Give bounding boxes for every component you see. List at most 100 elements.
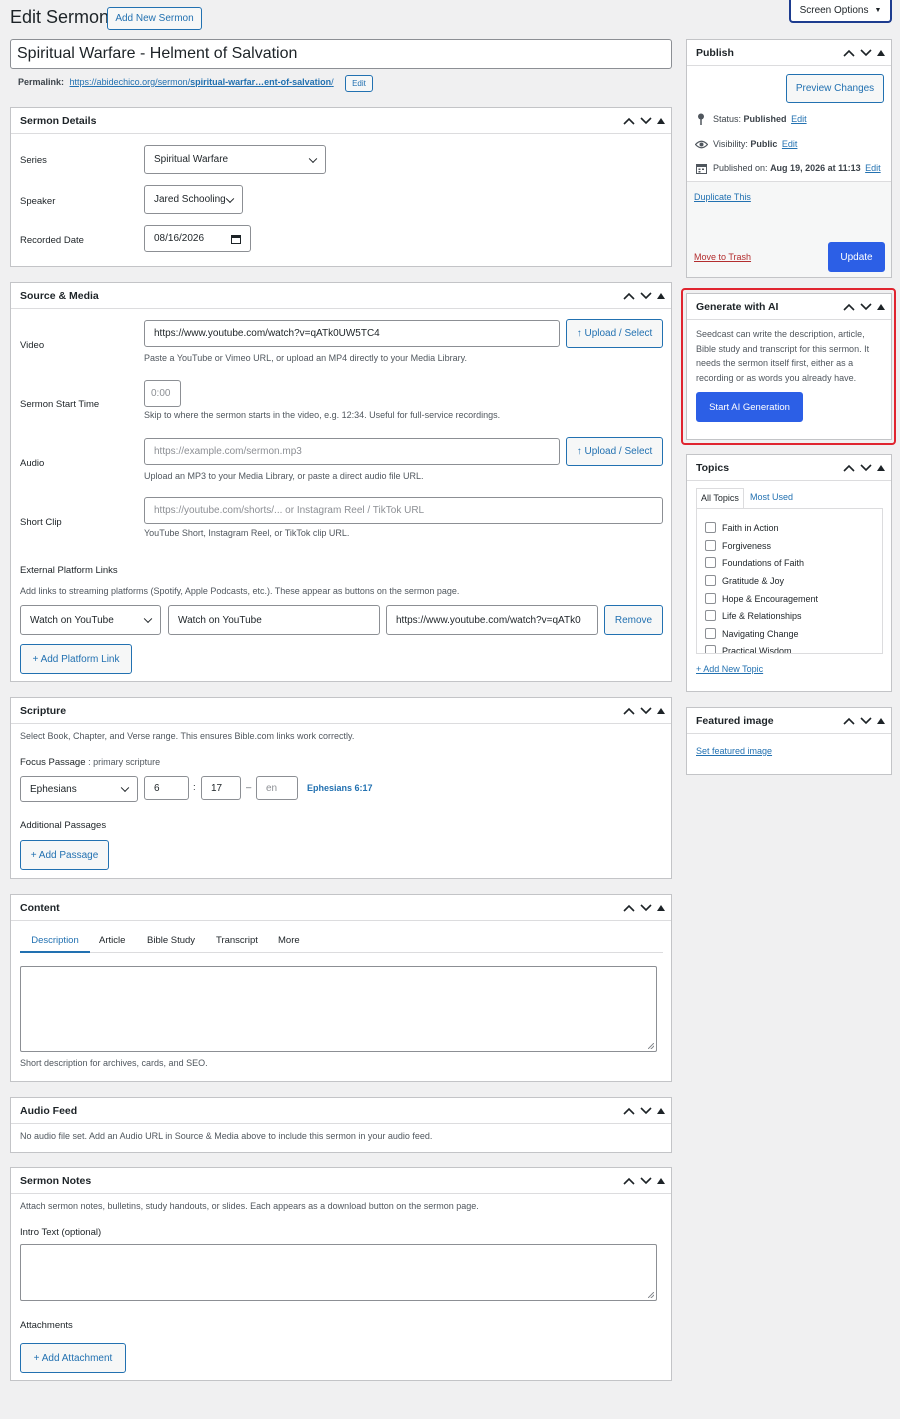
update-button[interactable]: Update [828,242,885,272]
series-select[interactable]: Spiritual Warfare [144,145,326,174]
chevron-up-icon[interactable] [623,117,635,125]
topic-checkbox[interactable] [705,628,716,639]
scripture-reference[interactable]: Ephesians 6:17 [307,783,373,793]
tab-article[interactable]: Article [99,935,125,946]
chevron-down-icon[interactable] [640,117,652,125]
video-help: Paste a YouTube or Vimeo URL, or upload … [144,353,468,363]
chevron-down-icon[interactable] [640,1177,652,1185]
topic-checkbox[interactable] [705,540,716,551]
sermon-notes-title: Sermon Notes [20,1174,92,1187]
box-controls [843,294,885,320]
topics-tab-all[interactable]: All Topics [696,488,744,508]
add-new-sermon-button[interactable]: Add New Sermon [107,7,202,30]
chevron-down-icon[interactable] [640,292,652,300]
topic-checkbox[interactable] [705,645,716,653]
recorded-date-input[interactable]: 08/16/2026 [144,225,251,252]
tab-bible-study[interactable]: Bible Study [147,935,195,946]
platform-label-input[interactable]: Watch on YouTube [168,605,380,635]
add-new-topic-link[interactable]: + Add New Topic [696,664,763,674]
collapse-triangle-icon[interactable] [877,304,885,310]
speaker-select[interactable]: Jared Schooling [144,185,243,214]
remove-platform-button[interactable]: Remove [604,605,663,635]
ai-box: Generate with AI Seedcast can write the … [686,293,892,440]
chevron-down-icon[interactable] [860,717,872,725]
collapse-triangle-icon[interactable] [877,718,885,724]
status-edit-link[interactable]: Edit [791,114,807,124]
collapse-triangle-icon[interactable] [657,708,665,714]
topic-checkbox[interactable] [705,522,716,533]
chevron-down-icon[interactable] [640,1107,652,1115]
chevron-up-icon[interactable] [843,717,855,725]
tab-description[interactable]: Description [20,935,90,953]
permalink-url[interactable]: https://abidechico.org/sermon/spiritual-… [70,77,334,87]
collapse-triangle-icon[interactable] [657,1178,665,1184]
permalink-label: Permalink: [18,77,65,87]
add-passage-button[interactable]: + Add Passage [20,840,109,870]
visibility-row: Visibility: Public Edit [713,139,798,149]
collapse-triangle-icon[interactable] [657,905,665,911]
chevron-up-icon[interactable] [623,292,635,300]
collapse-triangle-icon[interactable] [877,50,885,56]
chevron-down-icon[interactable] [860,49,872,57]
chevron-down-icon[interactable] [640,904,652,912]
chevron-up-icon[interactable] [623,1177,635,1185]
book-select[interactable]: Ephesians [20,776,138,802]
topic-checkbox[interactable] [705,610,716,621]
preview-changes-button[interactable]: Preview Changes [786,74,884,103]
topic-checkbox[interactable] [705,557,716,568]
topic-checkbox[interactable] [705,593,716,604]
chevron-up-icon[interactable] [623,904,635,912]
chevron-down-icon[interactable] [860,464,872,472]
chevron-up-icon[interactable] [843,49,855,57]
topics-tab-most-used[interactable]: Most Used [750,492,793,502]
video-url-input[interactable]: https://www.youtube.com/watch?v=qATk0UW5… [144,320,560,347]
audio-url-input[interactable]: https://example.com/sermon.mp3 [144,438,560,465]
start-time-input[interactable]: 0:00 [144,380,181,407]
collapse-triangle-icon[interactable] [657,118,665,124]
verse-input[interactable]: 17 [201,776,241,800]
title-input[interactable]: Spiritual Warfare - Helment of Salvation [10,39,672,69]
verse-end-input[interactable]: en [256,776,298,800]
permalink-edit-button[interactable]: Edit [345,75,373,92]
platform-select[interactable]: Watch on YouTube [20,605,161,635]
video-upload-button[interactable]: ↑ Upload / Select [566,319,663,348]
published-edit-link[interactable]: Edit [865,163,881,173]
add-attachment-button[interactable]: + Add Attachment [20,1343,126,1373]
tab-transcript[interactable]: Transcript [216,935,258,946]
chevron-up-icon[interactable] [843,464,855,472]
add-platform-link-button[interactable]: + Add Platform Link [20,644,132,674]
platform-url-input[interactable]: https://www.youtube.com/watch?v=qATk0 [386,605,598,635]
chevron-up-icon[interactable] [843,303,855,311]
featured-image-box: Featured image Set featured image [686,707,892,775]
chevron-up-icon[interactable] [623,1107,635,1115]
description-textarea[interactable] [20,966,657,1052]
chevron-up-icon[interactable] [623,707,635,715]
move-to-trash-link[interactable]: Move to Trash [694,252,751,262]
collapse-triangle-icon[interactable] [877,465,885,471]
topic-checkbox[interactable] [705,575,716,586]
scripture-box: Scripture Select Book, Chapter, and Vers… [10,697,672,879]
chevron-down-icon[interactable] [640,707,652,715]
recorded-date-value: 08/16/2026 [154,233,205,244]
start-ai-generation-button[interactable]: Start AI Generation [696,392,803,422]
short-clip-input[interactable]: https://youtube.com/shorts/... or Instag… [144,497,663,524]
box-controls [623,108,665,134]
audio-feed-title: Audio Feed [20,1104,78,1117]
chevron-down-icon[interactable] [860,303,872,311]
duplicate-link[interactable]: Duplicate This [694,192,751,202]
collapse-triangle-icon[interactable] [657,1108,665,1114]
tab-more[interactable]: More [278,935,300,946]
visibility-edit-link[interactable]: Edit [782,139,798,149]
status-value: Published [743,114,787,124]
collapse-triangle-icon[interactable] [657,293,665,299]
chapter-input[interactable]: 6 [144,776,189,800]
topic-label: Hope & Encouragement [722,594,819,604]
screen-options-button[interactable]: Screen Options ▼ [789,0,892,23]
intro-textarea[interactable] [20,1244,657,1301]
calendar-icon[interactable] [231,234,241,244]
start-time-label: Sermon Start Time [20,399,100,410]
audio-upload-button[interactable]: ↑ Upload / Select [566,437,663,466]
permalink-row: Permalink: https://abidechico.org/sermon… [18,77,334,87]
set-featured-image-link[interactable]: Set featured image [696,746,772,756]
visibility-value: Public [750,139,778,149]
